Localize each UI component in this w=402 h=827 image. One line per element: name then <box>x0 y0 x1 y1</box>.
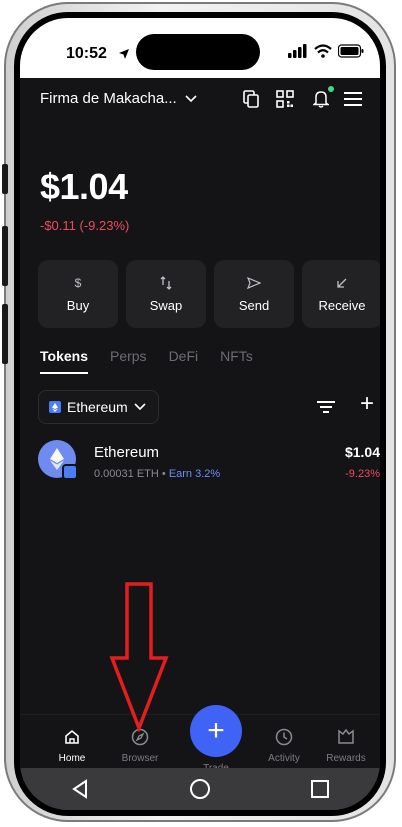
cellular-signal-icon <box>288 44 307 58</box>
rewards-icon <box>338 729 354 744</box>
nav-home[interactable]: Home <box>42 727 102 764</box>
swap-icon <box>160 275 172 290</box>
qr-code-button[interactable] <box>274 88 296 110</box>
nav-rewards-label: Rewards <box>326 753 366 764</box>
nav-browser-label: Browser <box>121 753 159 764</box>
buy-button[interactable]: $ Buy <box>38 260 118 328</box>
quick-actions: $ Buy Swap Send Receive <box>38 260 380 328</box>
phone-volume-down-button <box>2 304 8 364</box>
receive-icon <box>337 278 347 288</box>
phone-bezel: 10:52 Firma de Makacha... $1.04 -$0.11 (… <box>14 12 386 816</box>
recents-button[interactable] <box>300 774 340 804</box>
receive-label: Receive <box>318 297 366 313</box>
nav-activity-label: Activity <box>268 753 300 764</box>
trade-button[interactable]: + <box>190 705 242 757</box>
tab-tokens[interactable]: Tokens <box>40 348 88 374</box>
wallet-name: Firma de Makacha... <box>40 90 177 107</box>
copy-address-button[interactable] <box>240 88 262 110</box>
dynamic-island <box>136 34 260 70</box>
token-amount: 0.00031 ETH <box>94 468 159 480</box>
phone-mute-switch <box>2 164 8 194</box>
location-arrow-icon <box>119 49 129 59</box>
notifications-button[interactable] <box>310 86 334 110</box>
send-label: Send <box>238 297 270 313</box>
add-token-icon[interactable]: + <box>356 392 378 416</box>
token-fiat-value: $1.04 <box>344 444 380 460</box>
network-selected-label: Ethereum <box>67 399 128 415</box>
total-balance: $1.04 <box>40 166 128 207</box>
app-header: Firma de Makacha... <box>20 78 380 122</box>
receive-button[interactable]: Receive <box>302 260 380 328</box>
nav-rewards[interactable]: Rewards <box>316 727 376 764</box>
wifi-icon <box>314 44 332 58</box>
send-icon <box>247 276 261 289</box>
chevron-down-icon <box>134 403 146 411</box>
back-button[interactable] <box>60 774 100 804</box>
network-badge-icon <box>62 464 78 480</box>
swap-label: Swap <box>149 297 183 313</box>
asset-tabs: Tokens Perps DeFi NFTs <box>40 348 253 374</box>
home-circle-icon <box>190 779 210 799</box>
token-name: Ethereum <box>94 444 160 461</box>
tab-perps[interactable]: Perps <box>110 348 147 374</box>
bottom-navigation: Home Browser + Trade <box>20 705 380 774</box>
annotation-arrow-icon <box>109 582 169 732</box>
hamburger-menu-icon <box>344 92 362 106</box>
tab-nfts[interactable]: NFTs <box>220 348 253 374</box>
token-row[interactable]: Ethereum 0.00031 ETH • Earn 3.2% $1.04 -… <box>38 438 380 486</box>
token-change: -9.23% <box>345 468 380 480</box>
nav-activity[interactable]: Activity <box>254 727 314 764</box>
tab-defi[interactable]: DeFi <box>169 348 199 374</box>
dollar-icon: $ <box>74 275 82 290</box>
recents-square-icon <box>311 780 329 798</box>
earn-link[interactable]: Earn 3.2% <box>169 468 220 480</box>
status-icons <box>288 44 364 58</box>
home-system-button[interactable] <box>180 774 220 804</box>
ethereum-network-icon <box>49 401 61 413</box>
wallet-selector[interactable]: Firma de Makacha... <box>40 90 197 107</box>
phone-volume-up-button <box>2 226 8 286</box>
swap-button[interactable]: Swap <box>126 260 206 328</box>
chevron-down-icon <box>185 94 197 102</box>
home-icon <box>65 729 79 744</box>
clock-icon <box>275 728 293 746</box>
battery-icon <box>338 44 364 58</box>
status-bar: 10:52 <box>20 18 380 78</box>
copy-icon <box>243 90 259 108</box>
balance-change: -$0.11 (-9.23%) <box>40 218 130 233</box>
filter-icon[interactable] <box>316 397 336 417</box>
nav-home-label: Home <box>58 753 86 764</box>
notification-dot <box>328 86 334 92</box>
token-subtitle: 0.00031 ETH • Earn 3.2% <box>94 468 220 480</box>
system-navigation-bar <box>20 768 380 810</box>
plus-icon: + <box>207 714 225 747</box>
buy-label: Buy <box>66 297 90 313</box>
send-button[interactable]: Send <box>214 260 294 328</box>
menu-button[interactable] <box>342 88 364 110</box>
status-time: 10:52 <box>66 45 107 62</box>
token-separator: • <box>161 468 166 480</box>
phone-screen: 10:52 Firma de Makacha... $1.04 -$0.11 (… <box>20 18 380 810</box>
back-triangle-icon <box>72 779 87 799</box>
nav-browser[interactable]: Browser <box>110 727 170 764</box>
network-selector[interactable]: Ethereum <box>38 390 159 424</box>
bell-icon <box>313 91 329 108</box>
qr-code-icon <box>276 90 294 108</box>
